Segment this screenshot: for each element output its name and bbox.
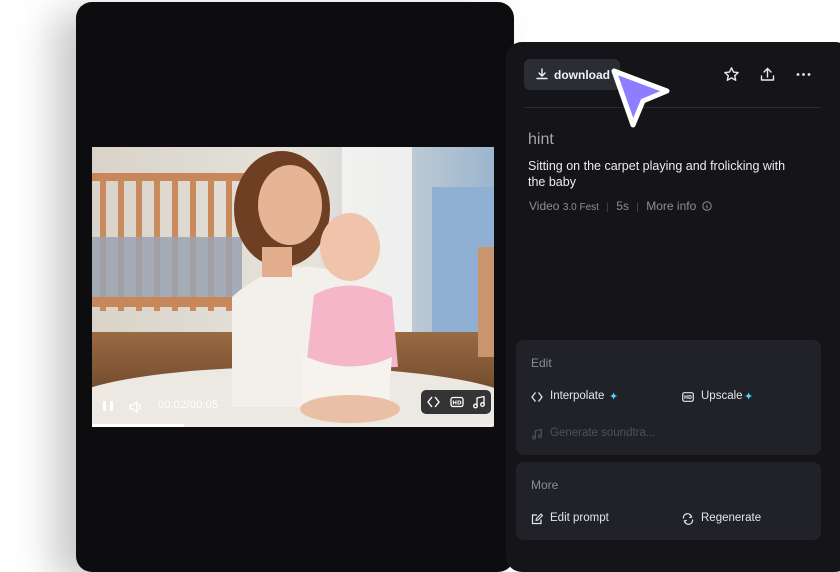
video-frame <box>92 147 494 427</box>
pause-icon[interactable] <box>101 399 117 413</box>
video-controls: 00:02/00:05 HD <box>92 387 494 427</box>
edit-title: Edit <box>531 356 552 370</box>
generate-soundtrack-label: Generate soundtra... <box>550 427 656 439</box>
download-icon <box>536 68 548 80</box>
cursor-icon <box>611 68 670 128</box>
hd-icon: HD <box>682 392 694 402</box>
regenerate-label: Regenerate <box>701 512 762 524</box>
svg-text:HD: HD <box>684 395 692 401</box>
video-player[interactable]: 00:02/00:05 HD <box>92 147 494 427</box>
generation-meta: Video 3.0 Fest | 5s | More info <box>529 199 712 213</box>
video-tools: HD <box>421 390 491 414</box>
video-time: 00:02/00:05 <box>158 399 219 411</box>
music-icon <box>531 428 543 440</box>
regenerate-icon <box>682 513 694 525</box>
hint-title: hint <box>528 131 554 148</box>
prompt-text: Sitting on the carpet playing and frolic… <box>528 159 786 189</box>
meta-model: 3.0 Fest <box>562 202 599 213</box>
meta-type: Video <box>529 199 560 213</box>
upscale-label: Upscale <box>701 390 743 402</box>
edit-prompt-label: Edit prompt <box>550 512 609 524</box>
interpolate-icon[interactable] <box>427 395 441 409</box>
meta-duration: 5s <box>616 199 629 213</box>
svg-text:HD: HD <box>452 401 462 407</box>
video-progress-fill <box>92 424 185 427</box>
more-info-label: More info <box>646 199 697 213</box>
download-label: download <box>554 68 610 82</box>
music-icon[interactable] <box>472 395 486 409</box>
hd-icon[interactable]: HD <box>450 395 464 409</box>
volume-icon[interactable] <box>128 399 144 415</box>
info-icon <box>701 201 712 211</box>
sparkle-icon: ✦ <box>609 391 619 403</box>
more-title: More <box>531 478 559 492</box>
more-info-link[interactable]: More info <box>646 199 712 213</box>
video-progress[interactable] <box>92 424 494 427</box>
sparkle-icon: ✦ <box>744 391 754 403</box>
interpolate-label: Interpolate <box>550 390 605 402</box>
download-button[interactable]: download <box>524 59 620 90</box>
share-icon[interactable] <box>759 66 776 83</box>
star-icon[interactable] <box>723 66 740 83</box>
more-icon[interactable] <box>795 66 812 83</box>
edit-card: Edit Interpolate ✦ HD Upscale ✦ Generate… <box>516 340 821 455</box>
interpolate-icon <box>531 392 543 402</box>
edit-icon <box>531 513 543 525</box>
meta-separator: | <box>606 202 609 213</box>
more-card: More Edit prompt Regenerate <box>516 462 821 540</box>
meta-separator: | <box>636 202 639 213</box>
